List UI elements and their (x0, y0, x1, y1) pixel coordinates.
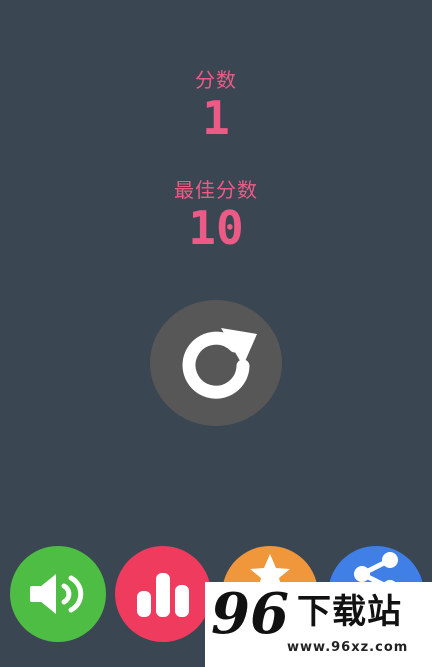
watermark-text: 下载站 (297, 592, 402, 632)
restart-icon (182, 328, 257, 399)
score-panel: 分数 1 (0, 64, 432, 141)
restart-button[interactable] (150, 300, 282, 426)
speaker-icon (30, 574, 84, 614)
score-value: 1 (202, 91, 230, 145)
watermark-number: 96 (211, 581, 289, 647)
best-score-panel: 最佳分数 10 (0, 174, 432, 251)
leaderboard-button[interactable] (115, 546, 211, 642)
sound-button[interactable] (10, 546, 106, 642)
best-score-value: 10 (188, 201, 244, 255)
watermark-url: www.96xz.com (287, 640, 409, 655)
score-label: 分数 (195, 68, 237, 92)
bar-chart-icon (137, 573, 189, 617)
watermark: 96 下载站 www.96xz.com (205, 582, 432, 667)
best-score-label: 最佳分数 (174, 178, 258, 202)
